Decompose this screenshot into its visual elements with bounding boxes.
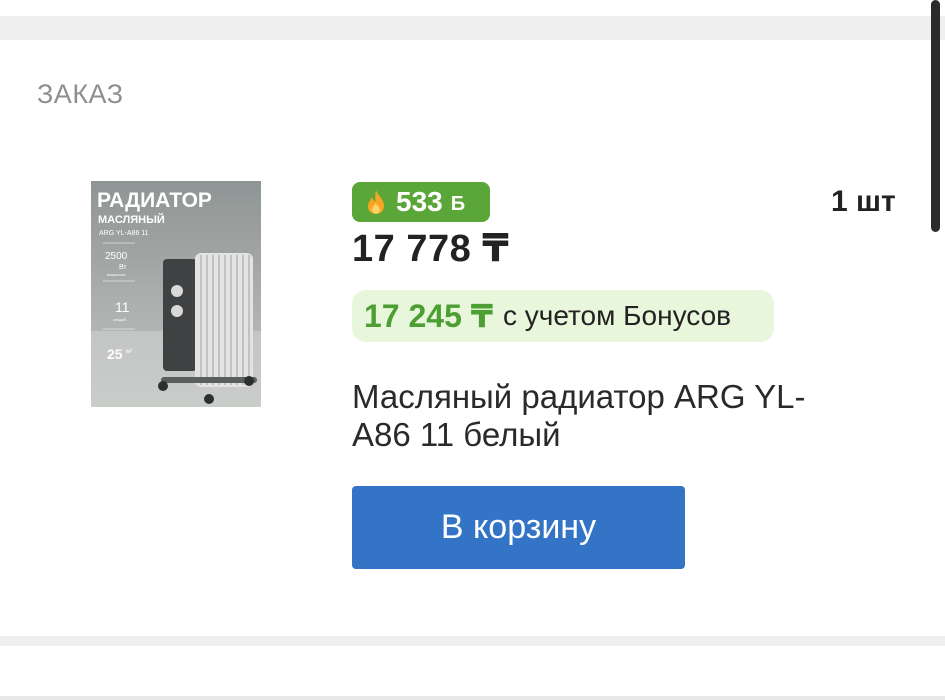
product-image[interactable]: РАДИАТОР МАСЛЯНЫЙ ARG YL-A86 11 2500 Вт …	[91, 181, 261, 407]
product-price: 17 778 ₸	[352, 228, 510, 270]
image-spec-power: 2500	[105, 251, 128, 262]
image-spec-sections: 11	[115, 299, 130, 315]
image-model: ARG YL-A86 11	[99, 230, 149, 237]
top-spacer	[0, 0, 945, 16]
scrollbar[interactable]	[931, 0, 940, 232]
top-divider	[0, 16, 945, 40]
bonus-amount: 533	[396, 186, 443, 217]
add-to-cart-button[interactable]: В корзину	[352, 486, 685, 569]
image-title: РАДИАТОР	[97, 189, 212, 212]
image-subtitle: МАСЛЯНЫЙ	[98, 213, 165, 226]
bonus-price-note: с учетом Бонусов	[503, 300, 732, 331]
section-title: ЗАКАЗ	[37, 79, 124, 109]
bottom-divider	[0, 636, 945, 646]
product-quantity: 1 шт	[831, 185, 896, 218]
bonus-price-pill: 17 245 ₸ с учетом Бонусов	[352, 290, 774, 342]
bonus-badge: 533 Б	[352, 182, 490, 222]
fire-icon	[368, 190, 384, 214]
image-spec-power-unit: Вт	[119, 264, 127, 271]
image-spec-sections-note: секций	[113, 317, 126, 322]
bonus-currency: Б	[450, 192, 466, 215]
bonus-price-value: 17 245 ₸	[364, 298, 494, 334]
product-name[interactable]: Масляный радиатор ARG YL-A86 11 белый	[352, 378, 852, 454]
bottom-spacer	[0, 646, 945, 700]
image-spec-area: 25	[107, 346, 123, 362]
bottom-border	[0, 696, 945, 700]
image-spec-area-unit: м²	[126, 349, 132, 355]
image-spec-power-note: мощность	[107, 272, 126, 277]
